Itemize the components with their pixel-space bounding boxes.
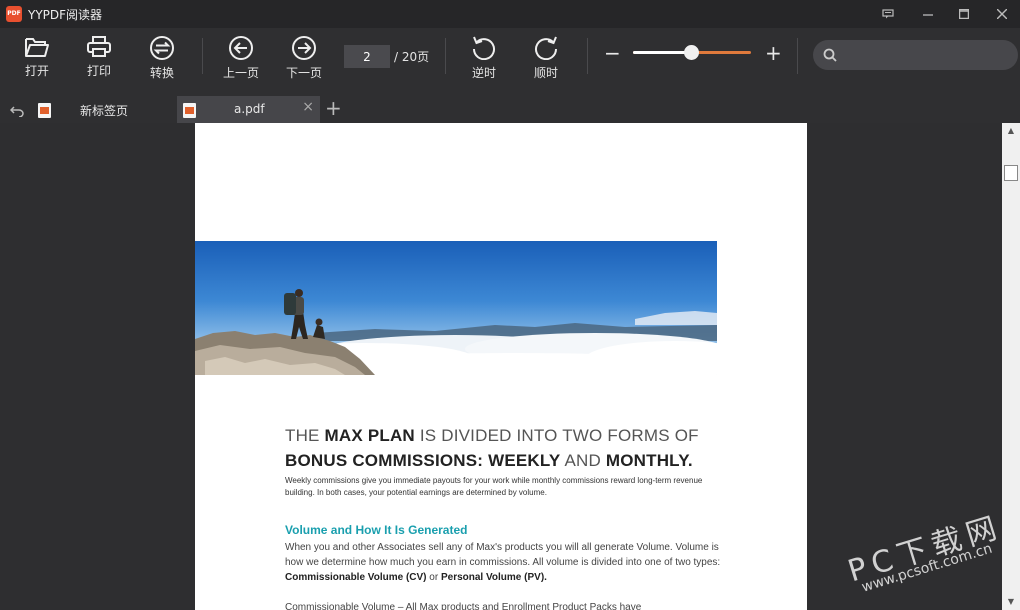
document-body-cutoff: Commissionable Volume – All Max products… — [285, 602, 642, 610]
heading-part: THE — [285, 426, 325, 445]
prev-page-button[interactable]: 上一页 — [216, 34, 266, 80]
app-window: PDF YYPDF阅读器 打开 打印 转换 上一页 下一页 2 / 20页 逆时… — [0, 0, 1020, 610]
scroll-down-icon[interactable]: ▼ — [1002, 594, 1020, 610]
maximize-button[interactable] — [952, 4, 976, 24]
hero-photo — [195, 241, 717, 375]
toolbar-separator — [587, 38, 588, 74]
app-title: YYPDF阅读器 — [28, 8, 103, 22]
open-button[interactable]: 打开 — [12, 34, 62, 80]
print-button[interactable]: 打印 — [74, 34, 124, 80]
document-intro: Weekly commissions give you immediate pa… — [285, 476, 703, 497]
add-tab-icon[interactable]: + — [325, 96, 342, 120]
message-icon — [882, 9, 894, 19]
tab-new[interactable]: 新标签页 — [32, 96, 174, 123]
next-page-button[interactable]: 下一页 — [279, 34, 329, 80]
zoom-slider-thumb[interactable] — [683, 45, 699, 60]
print-label: 打印 — [86, 64, 111, 78]
rotate-ccw-button[interactable]: 逆时 — [459, 34, 509, 80]
close-icon — [997, 9, 1007, 19]
rotate-cw-icon — [535, 36, 558, 60]
toolbar-separator — [202, 38, 203, 74]
tab-label: 新标签页 — [80, 104, 129, 118]
heading-emphasis: MONTHLY. — [605, 451, 693, 470]
body-emphasis: Personal Volume (PV). — [440, 572, 547, 583]
body-text: or — [426, 572, 441, 583]
rotate-ccw-label: 逆时 — [471, 66, 496, 80]
zoom-out-button[interactable]: − — [604, 41, 621, 65]
zoom-in-button[interactable]: + — [765, 41, 782, 65]
heading-emphasis: BONUS COMMISSIONS: WEEKLY — [285, 451, 561, 470]
search-icon — [823, 48, 837, 62]
heading-part: IS DIVIDED INTO TWO FORMS OF — [414, 426, 699, 445]
close-button[interactable] — [990, 4, 1014, 24]
rotate-cw-button[interactable]: 顺时 — [521, 34, 571, 80]
document-subheading: Volume and How It Is Generated — [285, 523, 468, 537]
search-box[interactable] — [813, 40, 1018, 70]
title-bar: PDF YYPDF阅读器 — [0, 0, 1020, 28]
heading-emphasis: MAX PLAN — [324, 426, 415, 445]
tab-a-pdf[interactable]: a.pdf × — [177, 96, 320, 123]
arrow-right-circle-icon — [292, 36, 316, 60]
zoom-slider-fill — [633, 51, 691, 54]
pdf-page: THE MAX PLAN IS DIVIDED INTO TWO FORMS O… — [195, 123, 807, 610]
page-total: / 20页 — [394, 50, 430, 64]
heading-part: AND — [560, 451, 606, 470]
minimize-icon — [923, 14, 933, 16]
pdf-file-icon — [38, 103, 51, 118]
scroll-up-icon[interactable]: ▲ — [1002, 123, 1020, 139]
folder-open-icon — [25, 38, 49, 57]
convert-icon — [150, 36, 174, 60]
maximize-icon — [959, 9, 969, 19]
rotate-ccw-icon — [472, 36, 495, 60]
vertical-scrollbar[interactable]: ▲ ▼ — [1002, 123, 1020, 610]
minimize-button[interactable] — [916, 4, 940, 24]
open-label: 打开 — [24, 64, 49, 78]
body-emphasis: Commissionable Volume (CV) — [285, 572, 427, 583]
toolbar-separator — [445, 38, 446, 74]
document-heading: THE MAX PLAN IS DIVIDED INTO TWO FORMS O… — [285, 423, 725, 473]
page-number-input[interactable] — [344, 45, 390, 68]
mountain-photo — [195, 241, 717, 375]
convert-label: 转换 — [149, 66, 174, 80]
tab-close-icon[interactable]: × — [302, 99, 314, 115]
zoom-slider[interactable] — [633, 45, 751, 60]
tab-label: a.pdf — [234, 102, 265, 116]
document-body: When you and other Associates sell any o… — [285, 540, 725, 585]
printer-icon — [87, 36, 111, 57]
rotate-cw-label: 顺时 — [533, 66, 558, 80]
search-input[interactable] — [845, 45, 1010, 65]
toolbar: 打开 打印 转换 上一页 下一页 / 20页 逆时 顺时 — [0, 28, 1020, 86]
next-page-label: 下一页 — [285, 66, 322, 80]
arrow-left-circle-icon — [229, 36, 253, 60]
back-button[interactable] — [9, 102, 24, 121]
pdf-file-icon — [183, 103, 196, 118]
convert-button[interactable]: 转换 — [137, 34, 187, 80]
scrollbar-thumb[interactable] — [1004, 165, 1018, 181]
body-text: When you and other Associates sell any o… — [285, 542, 721, 568]
feedback-button[interactable] — [876, 4, 900, 24]
tab-bar: 新标签页 a.pdf × + — [0, 96, 1020, 123]
app-logo-icon: PDF — [6, 6, 22, 22]
undo-arrow-icon — [9, 106, 24, 118]
toolbar-separator — [797, 38, 798, 74]
document-viewport[interactable]: THE MAX PLAN IS DIVIDED INTO TWO FORMS O… — [0, 123, 1002, 610]
prev-page-label: 上一页 — [222, 66, 259, 80]
